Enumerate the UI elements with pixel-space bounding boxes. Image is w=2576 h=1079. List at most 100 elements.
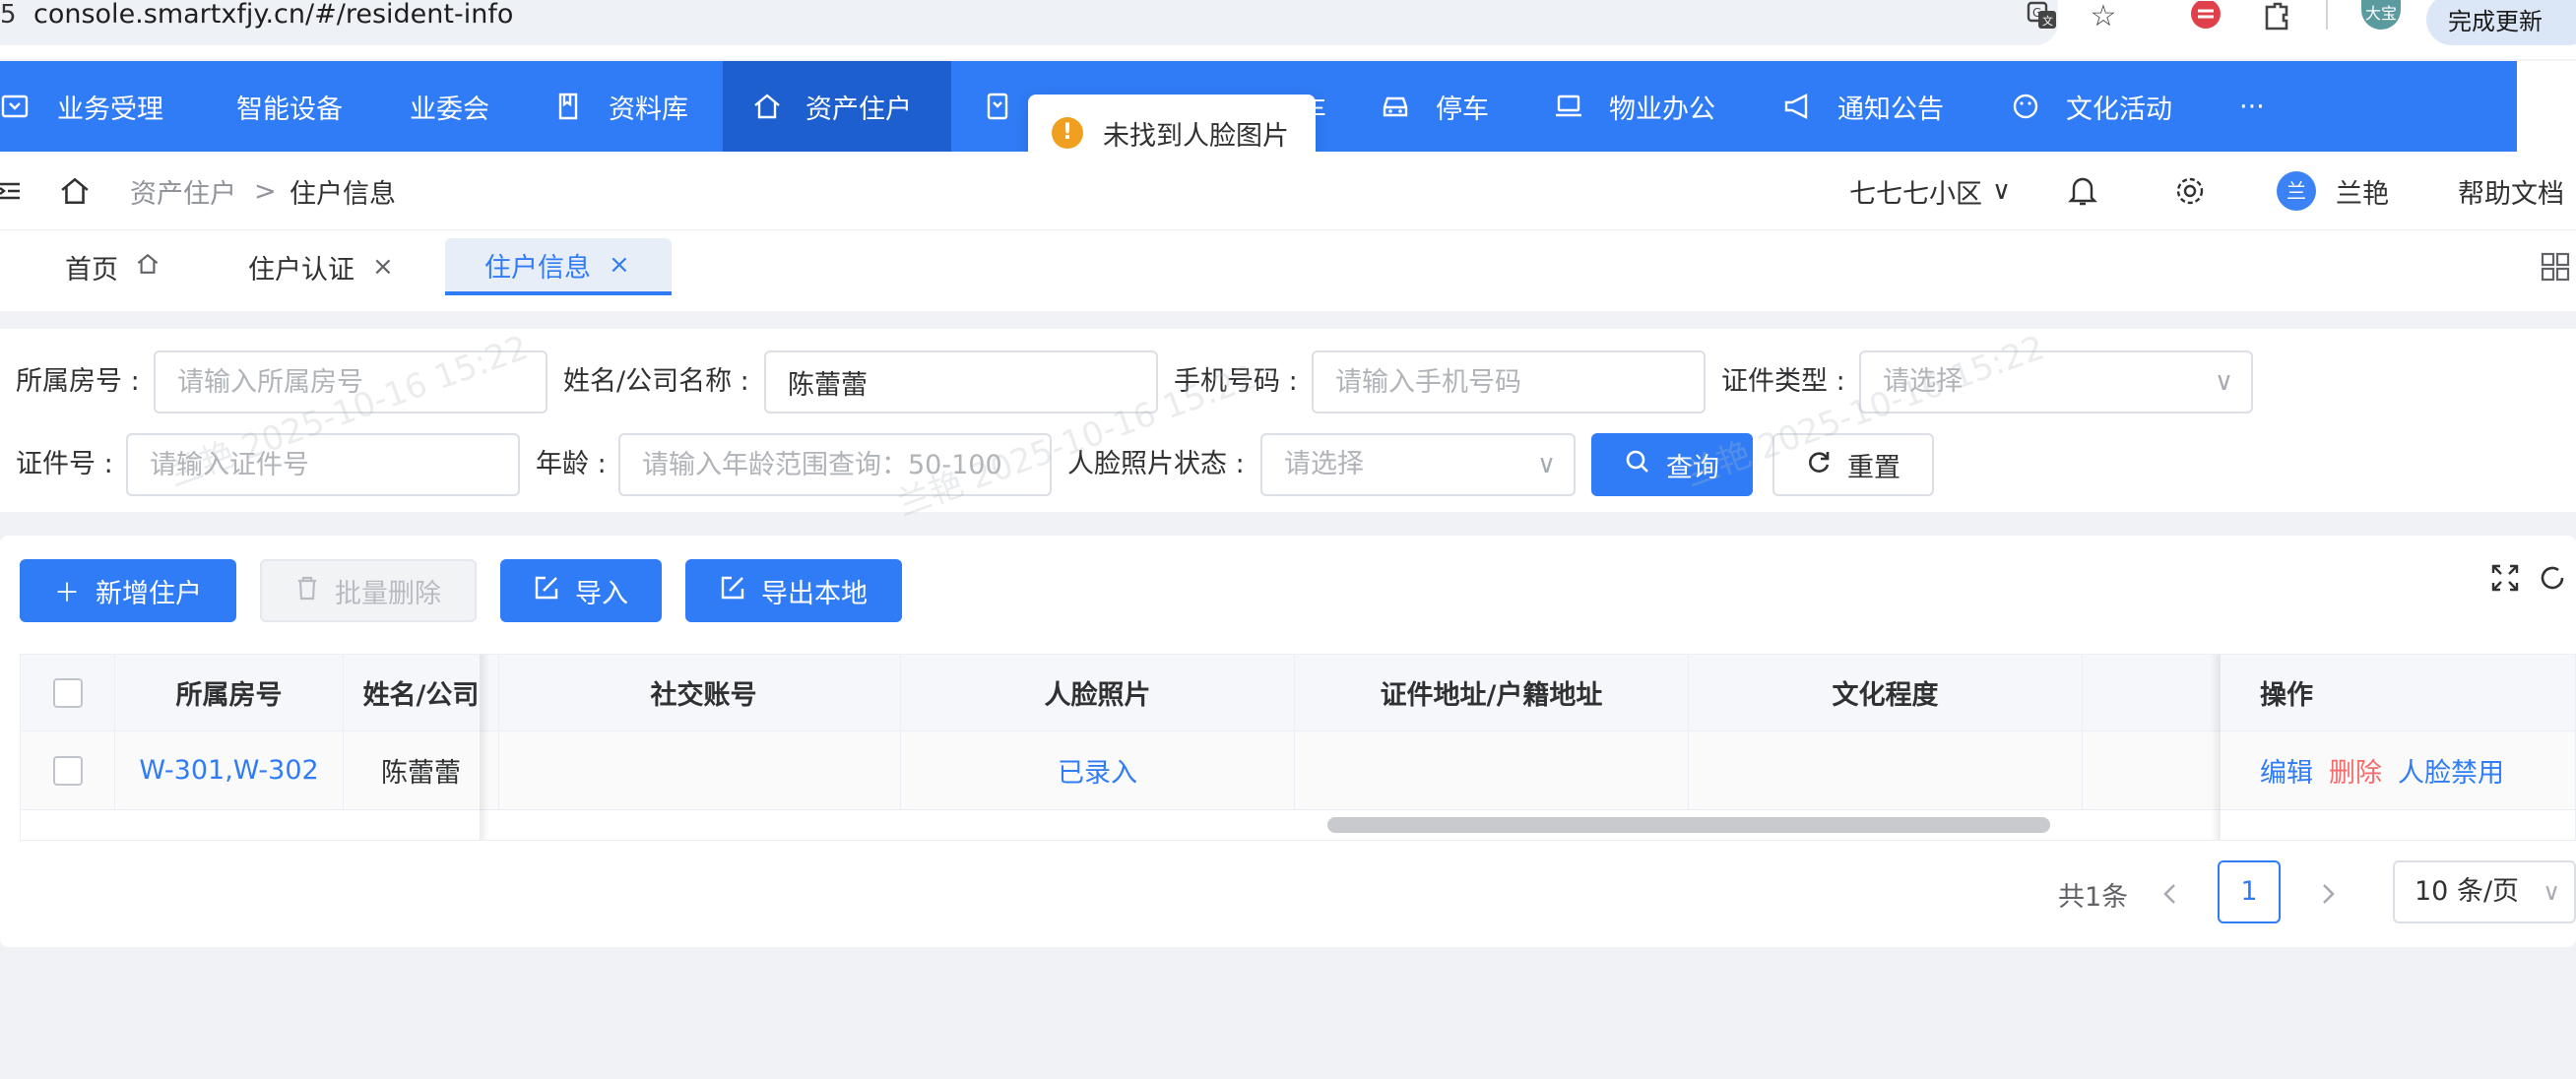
search-form: 所属房号 : 姓名/公司名称 : 手机号码 : 证件类型 : 请选择 ∨ 证件号… <box>0 329 2576 512</box>
car-icon <box>1381 92 1410 121</box>
prev-page-icon[interactable] <box>2162 862 2178 925</box>
bookmark-star-icon[interactable]: ☆ <box>2086 0 2121 33</box>
select-placeholder: 请选择 <box>1883 366 1963 397</box>
nav-item-owners-committee[interactable]: 业委会 <box>410 61 489 152</box>
batch-delete-label: 批量删除 <box>335 578 441 609</box>
add-label: 新增住户 <box>96 578 202 609</box>
user-menu[interactable]: 兰 兰艳 <box>2277 152 2389 230</box>
add-resident-button[interactable]: ＋ 新增住户 <box>20 559 236 622</box>
breadcrumb-separator: > <box>254 175 277 207</box>
page-size-select[interactable]: 10 条/页 ∨ <box>2393 860 2576 923</box>
nav-item-business[interactable]: 业务受理 <box>0 61 163 152</box>
breadcrumb-home-icon[interactable] <box>59 152 91 230</box>
profile-avatar[interactable]: 大宝 <box>2361 0 2401 30</box>
chevron-down-icon: ∨ <box>1536 450 1556 479</box>
reset-button[interactable]: 重置 <box>1772 433 1934 496</box>
room-input[interactable] <box>154 350 547 413</box>
table-header: 所属房号 姓名/公司 社交账号 人脸照片 证件地址/户籍地址 文化程度 证 操作 <box>21 655 2575 731</box>
home-icon <box>752 92 782 121</box>
cert-no-input[interactable] <box>126 433 520 496</box>
home-icon <box>136 252 160 283</box>
settings-gear-icon[interactable] <box>2174 152 2206 230</box>
nav-label: 通知公告 <box>1837 94 1944 125</box>
face-status-select[interactable]: 请选择 ∨ <box>1260 433 1576 496</box>
next-page-icon[interactable] <box>2320 862 2336 925</box>
nav-item-smart-devices[interactable]: 智能设备 <box>236 61 343 152</box>
tab-label: 住户认证 <box>248 254 354 286</box>
more-icon: ··· <box>2239 91 2265 122</box>
row-select-cell <box>21 731 115 809</box>
import-button[interactable]: 导入 <box>500 559 662 622</box>
tab-resident-info[interactable]: 住户信息 × <box>445 238 672 295</box>
query-label: 查询 <box>1666 452 1719 483</box>
url-text[interactable]: console.smartxfjy.cn/#/resident-info <box>33 0 513 30</box>
room-link[interactable]: W-301,W-302 <box>115 731 344 809</box>
menu-fold-icon[interactable] <box>0 152 24 230</box>
fullscreen-icon[interactable] <box>2487 563 2523 599</box>
select-all-cell <box>21 655 115 730</box>
site-info-icon[interactable]: 5 <box>0 0 17 30</box>
batch-delete-button[interactable]: 批量删除 <box>260 559 477 622</box>
select-all-checkbox[interactable] <box>52 677 83 708</box>
column-header[interactable]: 人脸照片 <box>901 655 1295 730</box>
nav-item-culture[interactable]: 文化活动 <box>2011 61 2172 152</box>
smile-icon <box>2011 92 2040 121</box>
grid-menu-icon[interactable] <box>2541 238 2570 295</box>
close-icon[interactable]: × <box>372 252 394 282</box>
nav-label: 资料库 <box>609 94 688 125</box>
svg-text:文: 文 <box>2042 14 2053 28</box>
breadcrumb-parent[interactable]: 资产住户 <box>130 152 236 230</box>
page-number[interactable]: 1 <box>2218 860 2281 923</box>
cert-type-label: 证件类型 : <box>1721 366 1845 397</box>
name-input[interactable] <box>764 350 1158 413</box>
nav-item-assets-residents[interactable]: 资产住户 <box>723 61 951 152</box>
toast-message: 未找到人脸图片 <box>1103 120 1289 152</box>
help-docs-link[interactable]: 帮助文档 <box>2458 152 2564 230</box>
column-header[interactable]: 文化程度 <box>1689 655 2083 730</box>
row-checkbox[interactable] <box>52 755 83 786</box>
face-disable-link[interactable]: 人脸禁用 <box>2398 751 2504 790</box>
nav-label: 业委会 <box>410 94 489 125</box>
query-button[interactable]: 查询 <box>1591 433 1753 496</box>
name-cell: 陈蕾蕾 <box>344 731 499 809</box>
name-label: 姓名/公司名称 : <box>563 366 749 397</box>
delete-link[interactable]: 删除 <box>2329 751 2382 790</box>
refresh-icon <box>1806 449 1832 481</box>
column-header[interactable]: 姓名/公司 <box>344 655 499 730</box>
fixed-column-shadow <box>480 655 489 840</box>
horizontal-scrollbar[interactable] <box>1327 817 2050 833</box>
edit-link[interactable]: 编辑 <box>2260 751 2313 790</box>
chevron-down-icon: ∨ <box>2543 878 2560 906</box>
nav-item-library[interactable]: 资料库 <box>553 61 688 152</box>
tab-home[interactable]: 首页 <box>65 238 160 295</box>
refresh-icon[interactable] <box>2535 563 2570 599</box>
close-icon[interactable]: × <box>609 250 630 280</box>
extension-red-icon[interactable] <box>2188 0 2223 32</box>
export-button[interactable]: 导出本地 <box>685 559 902 622</box>
age-input[interactable] <box>618 433 1052 496</box>
nav-item-more[interactable]: ··· <box>2239 61 2265 152</box>
column-header[interactable]: 社交账号 <box>507 655 901 730</box>
community-selector[interactable]: 七七七小区 ∨ <box>1849 152 2011 230</box>
browser-bar: 5 console.smartxfjy.cn/#/resident-info G… <box>0 0 2576 59</box>
chevron-down-icon: ∨ <box>1992 176 2012 206</box>
nav-item-notices[interactable]: 通知公告 <box>1782 61 1944 152</box>
nav-item-hidden[interactable] <box>983 61 1032 152</box>
phone-input[interactable] <box>1312 350 1706 413</box>
column-header[interactable]: 证件地址/户籍地址 <box>1295 655 1689 730</box>
page-size-value: 10 条/页 <box>2415 876 2520 907</box>
translate-icon[interactable]: G文 <box>2025 0 2060 32</box>
education-cell <box>1689 731 2083 809</box>
nav-label: 资产住户 <box>805 94 912 125</box>
table-card: ＋ 新增住户 批量删除 导入 导出本地 所属房号 姓名/公司 社交账号 人脸照片… <box>0 536 2576 947</box>
cert-type-select[interactable]: 请选择 ∨ <box>1859 350 2253 413</box>
tab-resident-auth[interactable]: 住户认证 × <box>248 238 394 295</box>
nav-item-office[interactable]: 物业办公 <box>1554 61 1715 152</box>
nav-item-parking[interactable]: 停车 <box>1381 61 1489 152</box>
update-button[interactable]: 完成更新 <box>2426 0 2576 45</box>
bell-icon[interactable] <box>2068 152 2097 230</box>
extensions-puzzle-icon[interactable] <box>2259 0 2294 32</box>
tab-label: 首页 <box>65 254 118 286</box>
column-header[interactable]: 所属房号 <box>115 655 344 730</box>
face-photo-link[interactable]: 已录入 <box>901 731 1295 809</box>
